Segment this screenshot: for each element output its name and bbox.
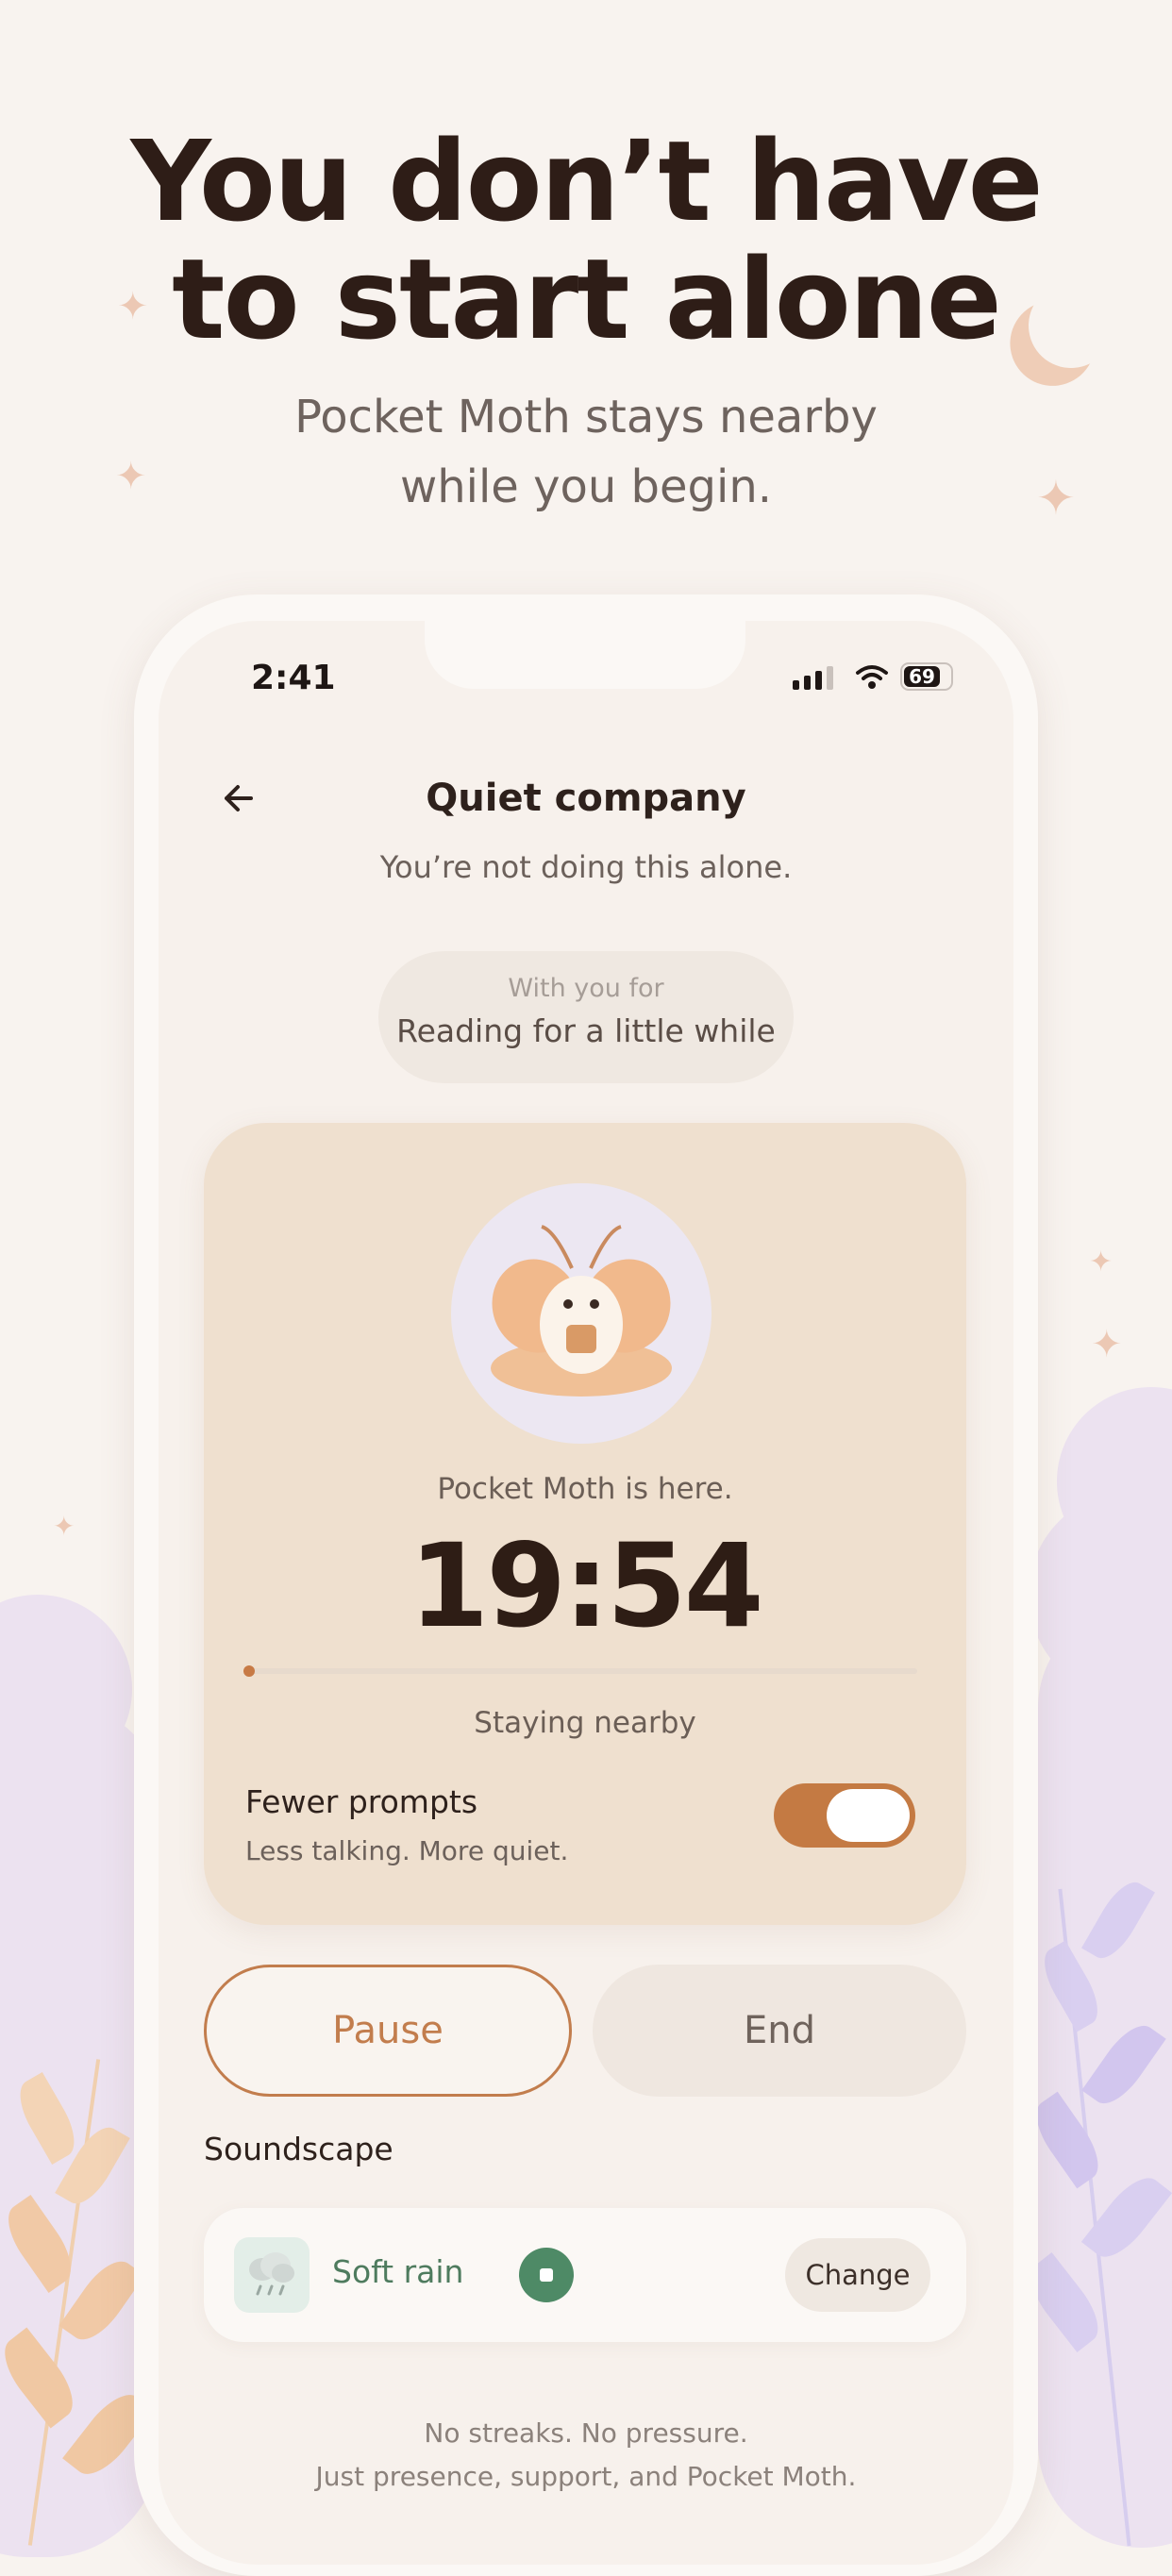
hero-subtitle-line: Pocket Moth stays nearby bbox=[294, 391, 878, 443]
screen-title: Quiet company bbox=[426, 777, 746, 820]
stop-icon bbox=[540, 2268, 553, 2282]
companion-status: Pocket Moth is here. bbox=[437, 1472, 733, 1506]
pause-button[interactable]: Pause bbox=[204, 1965, 572, 2097]
soundscape-card: Soft rain Change bbox=[204, 2208, 966, 2342]
hero-title-line: to start alone bbox=[172, 234, 1002, 364]
hero-subtitle: Pocket Moth stays nearby while you begin… bbox=[0, 382, 1172, 522]
fewer-prompts-subtitle: Less talking. More quiet. bbox=[245, 1835, 569, 1866]
phone-notch bbox=[425, 621, 745, 689]
stop-sound-button[interactable] bbox=[519, 2248, 574, 2302]
rain-cloud-icon bbox=[234, 2237, 310, 2313]
session-progress-bar bbox=[243, 1665, 917, 1677]
footer-line: Just presence, support, and Pocket Moth. bbox=[315, 2461, 857, 2492]
sparkle-icon: ✦ bbox=[1091, 1323, 1123, 1366]
soundscape-name: Soft rain bbox=[332, 2253, 464, 2290]
session-card: Pocket Moth is here. 19:54 Staying nearb… bbox=[204, 1123, 966, 1925]
toggle-knob bbox=[827, 1789, 910, 1842]
screen-subtitle: You’re not doing this alone. bbox=[379, 849, 793, 885]
with-you-task: Reading for a little while bbox=[396, 1012, 776, 1049]
fewer-prompts-title: Fewer prompts bbox=[245, 1783, 478, 1820]
hero-title-line: You don’t have bbox=[130, 116, 1043, 246]
change-sound-button[interactable]: Change bbox=[785, 2238, 930, 2312]
with-you-label: With you for bbox=[508, 974, 664, 1003]
progress-caption: Staying nearby bbox=[474, 1706, 696, 1740]
sparkle-icon: ✦ bbox=[53, 1511, 75, 1542]
cellular-signal-icon bbox=[793, 666, 833, 690]
phone-screen: 2:41 69 Quiet company You’re not doing t… bbox=[159, 621, 1013, 2565]
moth-illustration bbox=[491, 1225, 672, 1397]
wifi-icon bbox=[856, 665, 888, 689]
session-progress-dot bbox=[243, 1665, 255, 1677]
hero-title: You don’t have to start alone bbox=[0, 123, 1172, 359]
hero-subtitle-line: while you begin. bbox=[399, 460, 773, 513]
battery-level: 69 bbox=[904, 666, 940, 687]
sparkle-icon: ✦ bbox=[1089, 1246, 1113, 1279]
with-you-pill: With you for Reading for a little while bbox=[378, 951, 794, 1083]
session-timer: 19:54 bbox=[409, 1519, 763, 1653]
footer-line: No streaks. No pressure. bbox=[424, 2417, 748, 2449]
end-button[interactable]: End bbox=[593, 1965, 966, 2097]
soundscape-label: Soundscape bbox=[204, 2131, 393, 2167]
fewer-prompts-toggle[interactable] bbox=[774, 1783, 915, 1848]
pocket-moth-avatar bbox=[451, 1183, 712, 1444]
footer-note: No streaks. No pressure. Just presence, … bbox=[159, 2412, 1013, 2499]
status-time: 2:41 bbox=[251, 659, 336, 697]
battery-icon: 69 bbox=[900, 662, 953, 691]
